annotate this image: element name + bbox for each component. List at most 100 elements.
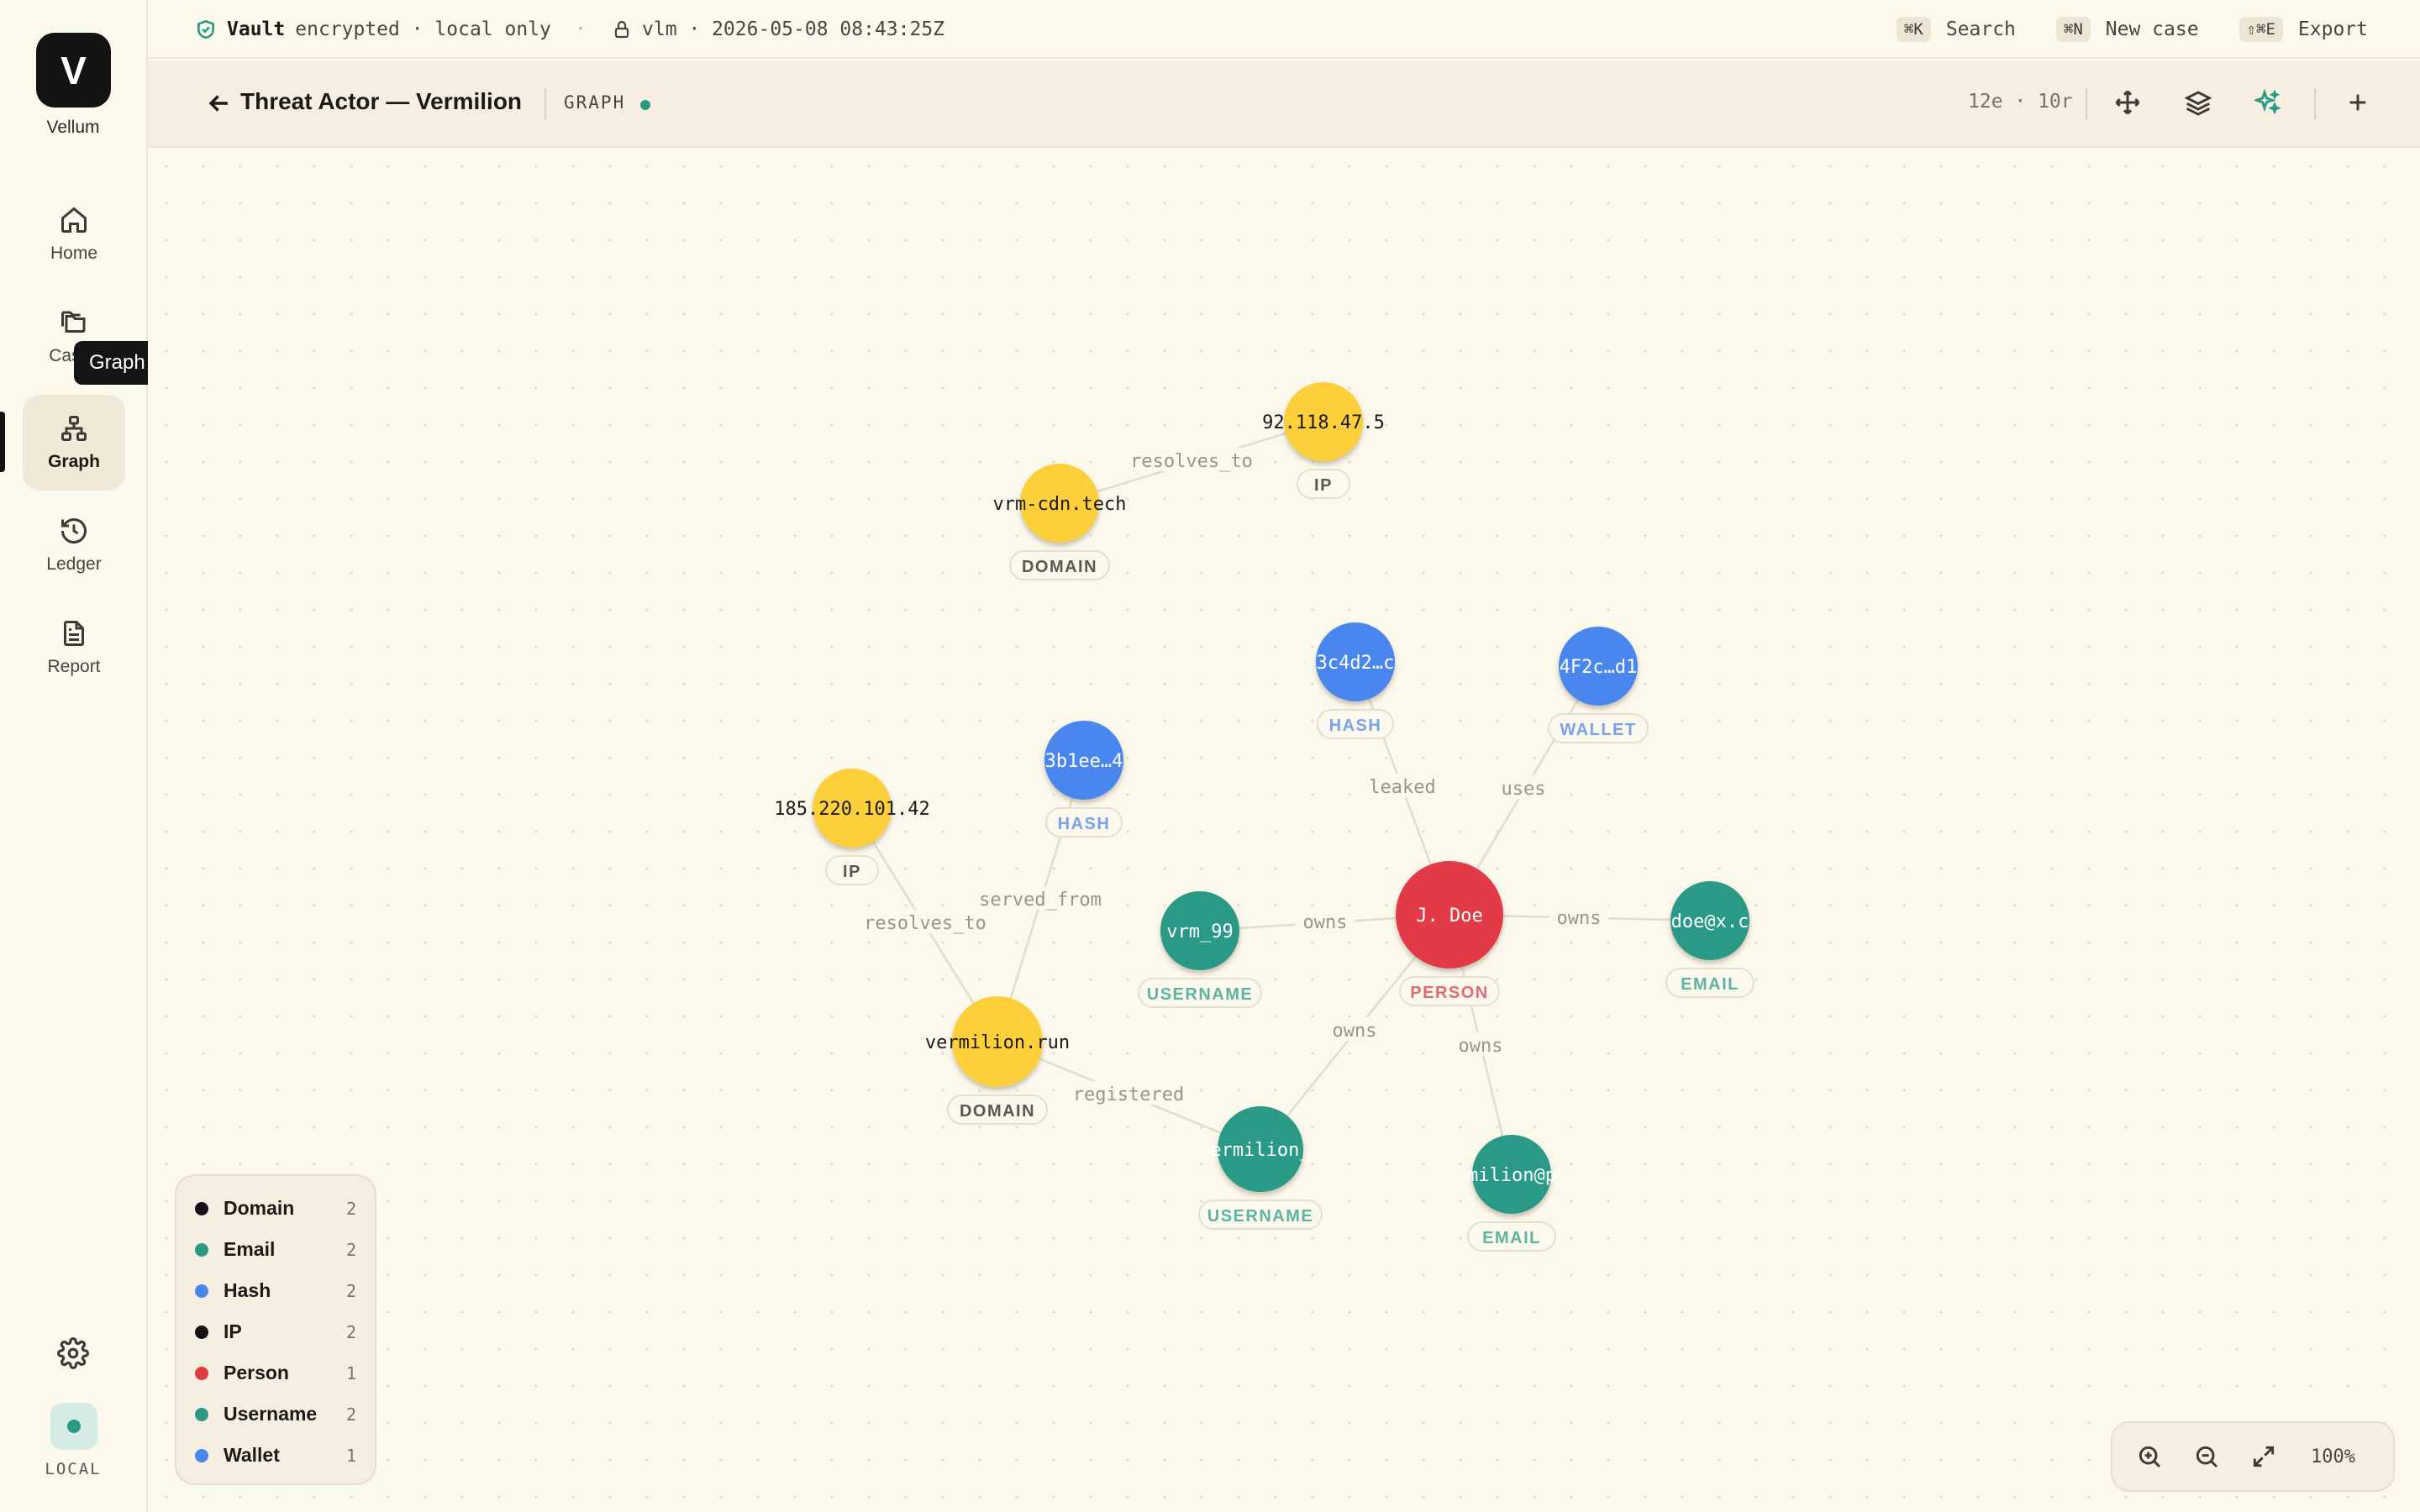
sidebar-item-ledger[interactable]: Ledger [23,497,125,593]
sidebar-item-label: Home [50,244,98,263]
add-entity-button[interactable] [2341,86,2375,119]
export-shortcut-key: ⇧⌘E [2238,17,2283,42]
vault-name: Vault [227,18,286,40]
legend-color-dot [195,1407,208,1421]
legend-count: 1 [345,1445,356,1466]
history-icon [61,518,87,544]
legend-label: Person [224,1362,289,1383]
fit-to-screen-icon[interactable] [2250,1443,2277,1470]
app-logo[interactable]: V [36,33,111,108]
legend-color-dot [195,1325,208,1339]
node-type-label: HASH [1058,815,1111,833]
legend-item-hash[interactable]: Hash 2 [195,1270,356,1311]
edge-label: owns [1557,908,1602,929]
node-label: 185.220.101.42 [774,799,929,820]
sidebar-item-graph[interactable]: Graph [23,395,125,491]
arrow-left-icon [208,95,228,112]
case-header: Threat Actor — Vermilion GRAPH 12e · 10r [148,60,2420,148]
node-type-label: EMAIL [1681,975,1739,994]
graph-node-hash[interactable]: 3c4d2…c HASH [1316,622,1395,739]
new-case-button[interactable]: New case [2106,18,2199,40]
node-label: vrm-cdn.tech [993,494,1127,515]
vault-status: Vault encrypted · local only [195,0,551,59]
local-label: LOCAL [45,1460,102,1478]
entity-graph[interactable]: resolves_toleaked usesowns ownsownsownsser… [148,148,2420,1512]
edge-label: owns [1333,1021,1377,1042]
live-status-dot [640,100,650,110]
node-label: doe@x.c [1671,911,1749,932]
node-label: 3c4d2…c [1317,653,1395,674]
graph-icon [61,416,87,441]
sidebar-item-home[interactable]: Home [23,186,125,282]
graph-node-person[interactable]: J. Doe PERSON [1396,861,1503,1006]
status-bar: Vault encrypted · local only · vlm · 202… [148,0,2420,59]
export-button[interactable]: Export [2298,18,2368,40]
graph-node-ip[interactable]: 185.220.101.42 IP [774,769,930,885]
sidebar-item-report[interactable]: Report [23,600,125,696]
auto-layout-button[interactable] [2251,86,2285,119]
gear-icon [57,1337,89,1369]
zoom-in-icon[interactable] [2136,1443,2163,1470]
search-button[interactable]: Search [1946,18,2016,40]
plus-icon [2349,94,2366,111]
node-type-label: DOMAIN [960,1102,1035,1121]
legend-count: 1 [345,1362,356,1383]
session-info: vlm · 2026-05-08 08:43:25Z [612,0,944,59]
legend-count: 2 [345,1280,356,1301]
page-title: Threat Actor — Vermilion [240,88,523,114]
legend-item-domain[interactable]: Domain 2 [195,1188,356,1229]
edge-label: owns [1459,1036,1503,1057]
app-name: Vellum [46,118,100,137]
legend-color-dot [195,1284,208,1298]
graph-node-username[interactable]: vrm_99 USERNAME [1138,891,1262,1008]
home-icon [61,207,87,233]
graph-node-email[interactable]: milion@p EMAIL [1467,1135,1556,1252]
node-type-label: IP [1314,476,1333,495]
new-case-shortcut-key: ⌘N [2055,17,2091,42]
edge-label: served_from [979,890,1102,911]
separator: · [575,18,587,40]
legend-label: Email [224,1238,276,1260]
legend-label: Domain [224,1197,295,1219]
move-tool-button[interactable] [2111,86,2144,119]
graph-node-email[interactable]: doe@x.c EMAIL [1665,881,1754,998]
graph-node-ip[interactable]: 92.118.47.5 IP [1262,382,1385,499]
layers-button[interactable] [2181,86,2215,119]
legend-label: Wallet [224,1444,280,1466]
zoom-controls: 100% [2111,1421,2395,1492]
lock-icon [614,20,629,39]
legend-color-dot [195,1448,208,1462]
graph-node-username[interactable]: ermilion_ USERNAME [1198,1106,1323,1230]
legend-item-ip[interactable]: IP 2 [195,1311,356,1352]
node-type-label: DOMAIN [1022,558,1097,576]
graph-node-domain[interactable]: vermilion.run DOMAIN [925,996,1070,1125]
legend-label: Hash [224,1279,271,1301]
edge-label: resolves_to [1130,451,1253,472]
legend-item-wallet[interactable]: Wallet 1 [195,1435,356,1476]
graph-canvas[interactable]: resolves_to leaked uses owns owns owns owns ser… [148,148,2420,1512]
graph-legend: Domain 2 Email 2 Hash 2 IP 2 Person 1 Username 2 Wal… [175,1174,376,1485]
local-status-indicator [50,1403,97,1450]
node-label: vrm_99 [1166,921,1233,942]
node-label: milion@p [1467,1165,1556,1186]
legend-count: 2 [345,1239,356,1260]
entity-relation-counts: 12e · 10r [1968,91,2073,113]
node-type-label: HASH [1329,717,1382,735]
back-button[interactable] [205,89,234,118]
settings-button[interactable] [57,1337,89,1369]
zoom-out-icon[interactable] [2193,1443,2220,1470]
sparkles-icon [2254,89,2281,115]
divider [2314,88,2316,120]
graph-node-wallet[interactable]: 4F2c…d1 WALLET [1548,627,1649,743]
search-shortcut-key: ⌘K [1896,17,1931,42]
node-label: 92.118.47.5 [1262,412,1385,433]
graph-node-domain[interactable]: vrm-cdn.tech DOMAIN [993,464,1127,580]
document-icon [64,621,84,646]
legend-item-email[interactable]: Email 2 [195,1229,356,1270]
legend-count: 2 [345,1198,356,1219]
graph-node-hash[interactable]: 3b1ee…4 HASH [1044,721,1123,837]
legend-item-username[interactable]: Username 2 [195,1394,356,1435]
divider [544,88,546,120]
node-type-label: USERNAME [1207,1207,1313,1226]
legend-item-person[interactable]: Person 1 [195,1352,356,1394]
